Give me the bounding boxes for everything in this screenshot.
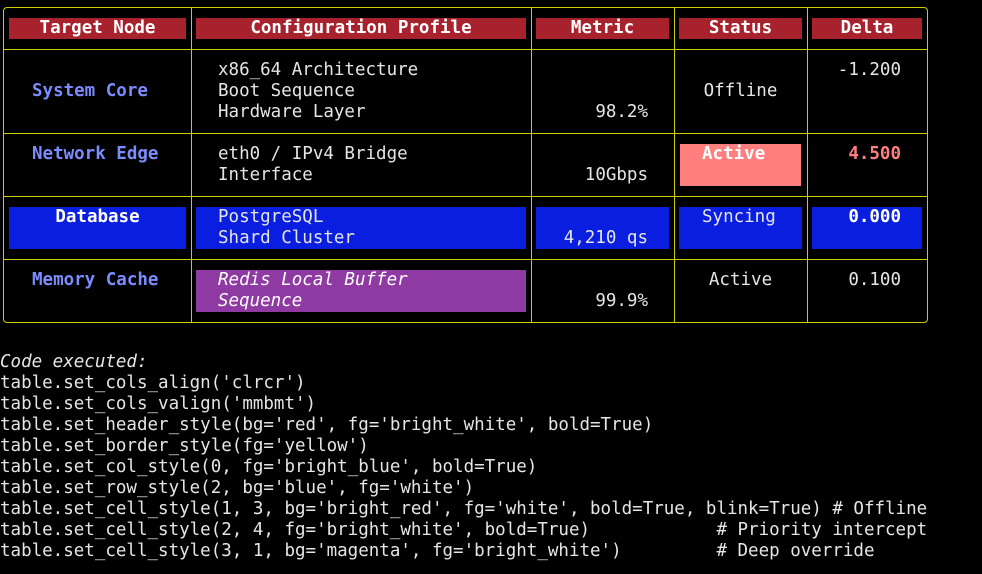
code-line: table.set_cols_valign('mmbmt'): [0, 394, 317, 414]
code-line: table.set_cell_style(3, 1, bg='magenta',…: [0, 541, 875, 561]
status-active-blink: Active: [702, 144, 766, 164]
delta-value: 4.500: [848, 144, 901, 164]
delta-value: -1.200: [837, 60, 901, 80]
column-divider: [531, 8, 532, 322]
header-metric: Metric: [570, 18, 635, 38]
profile-line: eth0 / IPv4 Bridge: [218, 144, 408, 164]
code-line: table.set_cols_align('clrcr'): [0, 373, 306, 393]
profile-line: Interface: [218, 165, 313, 185]
code-listing: Code executed: table.set_cols_align('clr…: [0, 352, 927, 562]
column-divider: [674, 8, 675, 322]
profile-line: x86_64 Architecture: [218, 60, 419, 80]
code-line: table.set_border_style(fg='yellow'): [0, 436, 369, 456]
column-divider: [191, 8, 192, 322]
column-divider: [807, 8, 808, 322]
row-divider: [4, 49, 927, 50]
node-memory-cache: Memory Cache: [32, 270, 159, 290]
profile-line: Shard Cluster: [218, 228, 355, 248]
node-network-edge: Network Edge: [32, 144, 159, 164]
delta-value: 0.000: [848, 207, 901, 227]
status-offline: Offline: [703, 81, 778, 101]
profile-line: Hardware Layer: [218, 102, 366, 122]
terminal-table: Target Node Configuration Profile Metric…: [3, 7, 928, 323]
row-divider: [4, 196, 927, 197]
metric-value: 98.2%: [595, 102, 648, 122]
node-database: Database: [55, 207, 140, 227]
code-line: table.set_header_style(bg='red', fg='bri…: [0, 415, 654, 435]
code-line: table.set_col_style(0, fg='bright_blue',…: [0, 457, 538, 477]
metric-value: 10Gbps: [584, 165, 648, 185]
header-target-node: Target Node: [39, 18, 156, 38]
header-delta: Delta: [840, 18, 894, 38]
profile-line: Boot Sequence: [218, 81, 355, 101]
profile-line: Redis Local Buffer: [218, 270, 408, 290]
code-title: Code executed:: [0, 352, 148, 372]
header-status: Status: [708, 18, 773, 38]
metric-value: 99.9%: [595, 291, 648, 311]
profile-line: PostgreSQL: [218, 207, 324, 227]
status-active: Active: [708, 270, 773, 290]
row-divider: [4, 259, 927, 260]
status-syncing: Syncing: [702, 207, 776, 227]
delta-value: 0.100: [848, 270, 901, 290]
code-line: table.set_cell_style(1, 3, bg='bright_re…: [0, 499, 928, 519]
profile-line: Sequence: [218, 291, 303, 311]
header-configuration-profile: Configuration Profile: [250, 18, 472, 38]
row-divider: [4, 133, 927, 134]
node-system-core: System Core: [32, 81, 148, 101]
code-line: table.set_row_style(2, bg='blue', fg='wh…: [0, 478, 475, 498]
metric-value: 4,210 qs: [563, 228, 648, 248]
code-line: table.set_cell_style(2, 4, fg='bright_wh…: [0, 520, 928, 540]
